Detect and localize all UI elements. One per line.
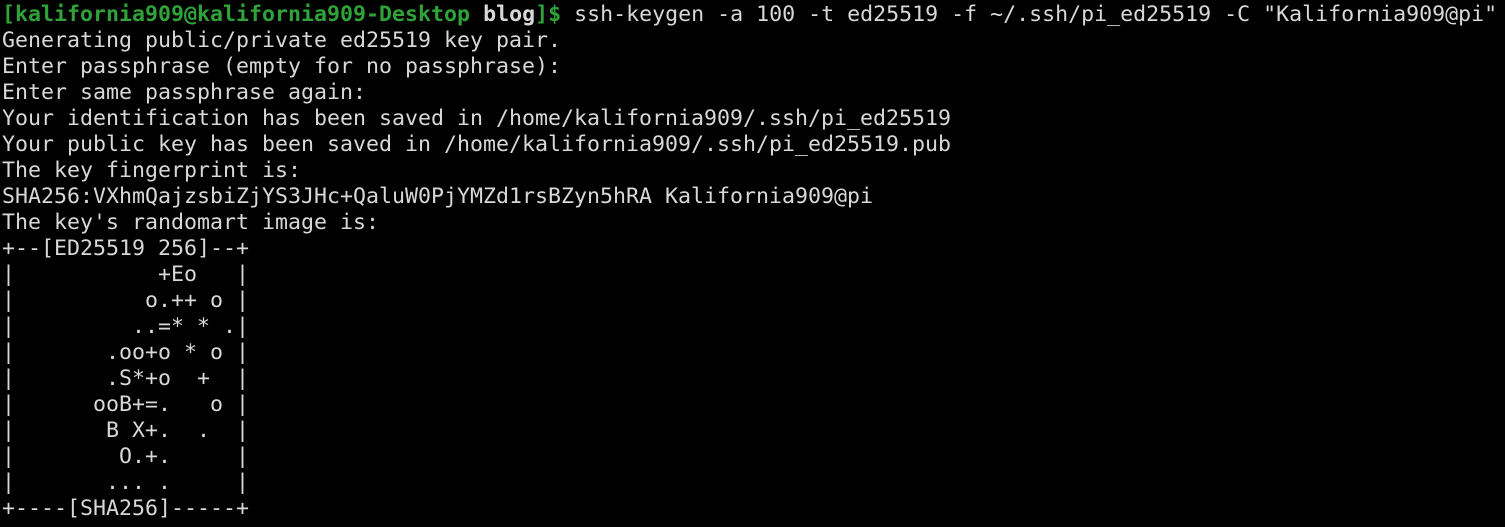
fingerprint-line: SHA256:VXhmQajzsbiZjYS3JHc+QaluW0PjYMZd1…: [2, 184, 874, 209]
randomart-line: +--[ED25519 256]--+: [2, 236, 250, 261]
randomart-line: | .S*+o + |: [2, 366, 250, 391]
output-line: Enter passphrase (empty for no passphras…: [2, 54, 562, 79]
randomart-line: | B X+. . |: [2, 418, 250, 443]
output-line: The key's randomart image is:: [2, 210, 380, 235]
randomart-line: | ... . |: [2, 470, 250, 495]
shell-prompt: [kalifornia909@kalifornia909-Desktop blo…: [2, 2, 561, 27]
output-line: Your identification has been saved in /h…: [2, 106, 952, 131]
command-text: ssh-keygen -a 100 -t ed25519 -f ~/.ssh/p…: [574, 2, 1498, 27]
terminal-window[interactable]: [kalifornia909@kalifornia909-Desktop blo…: [0, 0, 1505, 527]
randomart-line: | o.++ o |: [2, 288, 250, 313]
terminal-output: [kalifornia909@kalifornia909-Desktop blo…: [2, 2, 1505, 522]
output-line: The key fingerprint is:: [2, 158, 302, 183]
prompt-cwd: blog: [483, 2, 536, 27]
output-line: Generating public/private ed25519 key pa…: [2, 28, 562, 53]
randomart-line: | ooB+=. o |: [2, 392, 250, 417]
randomart-line: | ..=* * .|: [2, 314, 250, 339]
command-line: [kalifornia909@kalifornia909-Desktop blo…: [2, 2, 1505, 28]
output-line: Enter same passphrase again:: [2, 80, 367, 105]
randomart-line: | +Eo |: [2, 262, 250, 287]
prompt-close-symbol: ]$: [535, 2, 562, 27]
prompt-open-bracket: [: [2, 2, 16, 27]
prompt-user-host: kalifornia909@kalifornia909-Desktop: [15, 2, 471, 27]
randomart-line: | O.+. |: [2, 444, 250, 469]
randomart-line: | .oo+o * o |: [2, 340, 250, 365]
randomart-line: +----[SHA256]-----+: [2, 496, 250, 521]
output-line: Your public key has been saved in /home/…: [2, 132, 952, 157]
